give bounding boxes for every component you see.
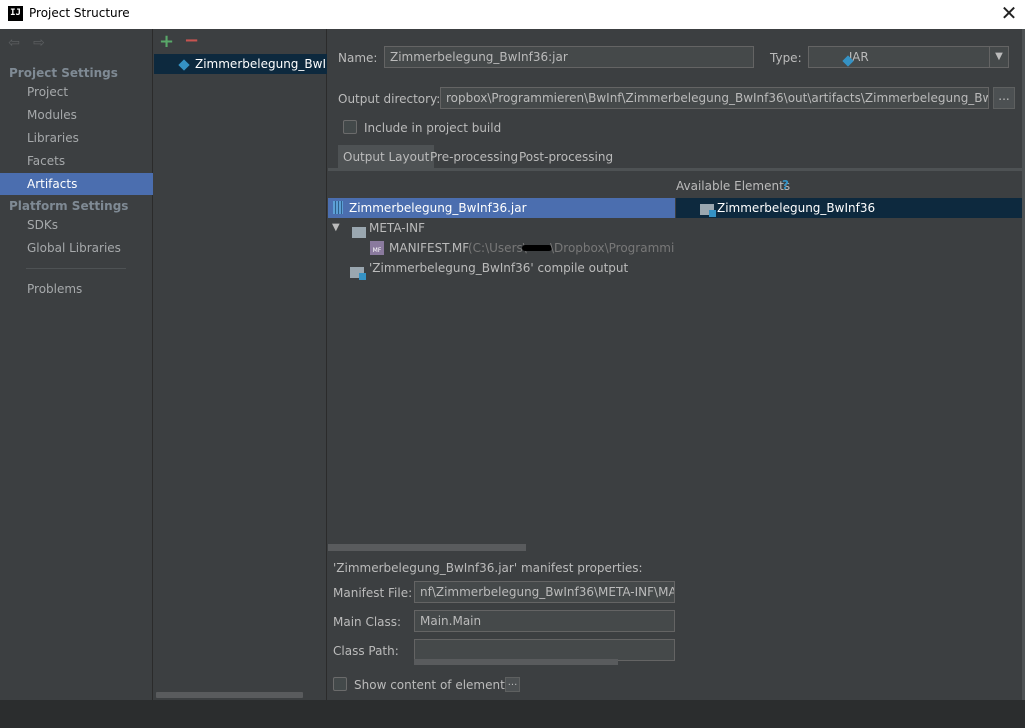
- tree-manifest-label: MANIFEST.MF: [389, 241, 470, 255]
- manifest-file-input[interactable]: nf\Zimmerbelegung_BwInf36\META-INF\MANIF: [414, 581, 675, 603]
- jar-type-icon: [843, 56, 853, 66]
- available-element-label: Zimmerbelegung_BwInf36: [717, 201, 876, 215]
- manifest-horizontal-scrollbar[interactable]: [414, 659, 618, 665]
- sidebar-item-modules[interactable]: Modules: [0, 104, 153, 126]
- manifest-icon: MF: [370, 241, 384, 255]
- tab-pre-processing[interactable]: Pre-processing: [425, 145, 523, 169]
- sidebar-item-sdks[interactable]: SDKs: [0, 214, 153, 236]
- artifact-label: Zimmerbelegung_BwInf36:jar: [195, 57, 327, 71]
- sidebar-item-global-libraries[interactable]: Global Libraries: [0, 237, 153, 259]
- tab-post-processing[interactable]: Post-processing: [514, 145, 618, 169]
- show-content-checkbox[interactable]: [333, 677, 347, 691]
- back-arrow-icon[interactable]: ⇦: [6, 35, 22, 51]
- jar-icon: [333, 201, 343, 214]
- tree-compile-output-label: 'Zimmerbelegung_BwInf36' compile output: [369, 261, 629, 275]
- dialog-button-bar: [0, 700, 1025, 728]
- folder-icon: [352, 227, 366, 238]
- close-icon[interactable]: ✕: [998, 2, 1020, 26]
- tab-output-layout[interactable]: Output Layout: [338, 145, 435, 169]
- layout-horizontal-scrollbar[interactable]: [328, 544, 526, 551]
- platform-settings-header: Platform Settings: [9, 199, 129, 213]
- tree-jar-label: Zimmerbelegung_BwInf36.jar: [349, 201, 527, 215]
- add-artifact-plus-icon[interactable]: +: [159, 33, 174, 51]
- tree-row-meta-inf[interactable]: ▼ META-INF: [328, 218, 675, 238]
- sidebar-item-libraries[interactable]: Libraries: [0, 127, 153, 149]
- show-content-options-button[interactable]: ...: [505, 677, 520, 692]
- tree-meta-inf-label: META-INF: [369, 221, 426, 235]
- tree-manifest-path-tail: \Dropbox\Programmier: [550, 241, 675, 255]
- remove-artifact-minus-icon[interactable]: −: [184, 32, 199, 50]
- sidebar-item-project[interactable]: Project: [0, 81, 153, 103]
- artifacts-horizontal-scrollbar[interactable]: [156, 692, 303, 698]
- tree-row-compile-output[interactable]: 'Zimmerbelegung_BwInf36' compile output: [328, 258, 675, 280]
- app-logo-icon: IJ: [8, 6, 23, 21]
- type-label: Type:: [770, 51, 802, 65]
- main-class-label: Main Class:: [333, 615, 402, 629]
- module-output-icon: [350, 267, 366, 280]
- class-path-input[interactable]: [414, 639, 675, 661]
- title-bar: IJ Project Structure ✕: [0, 0, 1025, 29]
- jar-artifact-icon: [179, 60, 189, 70]
- sidebar-item-facets[interactable]: Facets: [0, 150, 153, 172]
- name-label: Name:: [338, 51, 378, 65]
- manifest-properties-title: 'Zimmerbelegung_BwInf36.jar' manifest pr…: [333, 561, 643, 575]
- browse-output-button[interactable]: ...: [993, 87, 1015, 109]
- chevron-down-icon[interactable]: ▼: [989, 47, 1008, 67]
- sidebar-item-artifacts[interactable]: Artifacts: [0, 173, 153, 195]
- manifest-file-label: Manifest File:: [333, 586, 413, 600]
- name-input[interactable]: Zimmerbelegung_BwInf36:jar: [384, 46, 754, 68]
- output-directory-label: Output directory:: [338, 92, 441, 106]
- sidebar-divider: [26, 268, 126, 269]
- artifact-list-item[interactable]: Zimmerbelegung_BwInf36:jar: [154, 54, 327, 74]
- project-settings-header: Project Settings: [9, 66, 118, 80]
- output-directory-input[interactable]: ropbox\Programmieren\BwInf\Zimmerbelegun…: [440, 87, 989, 109]
- available-element-row[interactable]: Zimmerbelegung_BwInf36: [676, 198, 1025, 218]
- include-in-build-checkbox[interactable]: [343, 120, 357, 134]
- type-select[interactable]: JAR ▼: [808, 46, 1009, 68]
- tree-row-jar[interactable]: Zimmerbelegung_BwInf36.jar: [328, 198, 675, 218]
- sidebar-item-problems[interactable]: Problems: [0, 278, 153, 300]
- module-icon: [700, 204, 716, 217]
- expand-triangle-icon[interactable]: ▼: [332, 218, 340, 238]
- class-path-label: Class Path:: [333, 644, 399, 658]
- tree-manifest-path: (C:\Users\: [468, 241, 527, 255]
- window-title: Project Structure: [29, 6, 130, 20]
- available-elements-header: Available Elements: [676, 179, 791, 193]
- redacted-username: [522, 245, 552, 251]
- include-in-build-label: Include in project build: [364, 121, 502, 135]
- main-class-input[interactable]: Main.Main: [414, 610, 675, 632]
- tree-row-manifest[interactable]: MF MANIFEST.MF (C:\Users\ \Dropbox\Progr…: [328, 238, 675, 258]
- help-icon[interactable]: ?: [782, 178, 789, 192]
- show-content-label: Show content of elements: [354, 678, 512, 692]
- forward-arrow-icon[interactable]: ⇨: [31, 35, 47, 51]
- artifacts-list-panel: [154, 29, 327, 700]
